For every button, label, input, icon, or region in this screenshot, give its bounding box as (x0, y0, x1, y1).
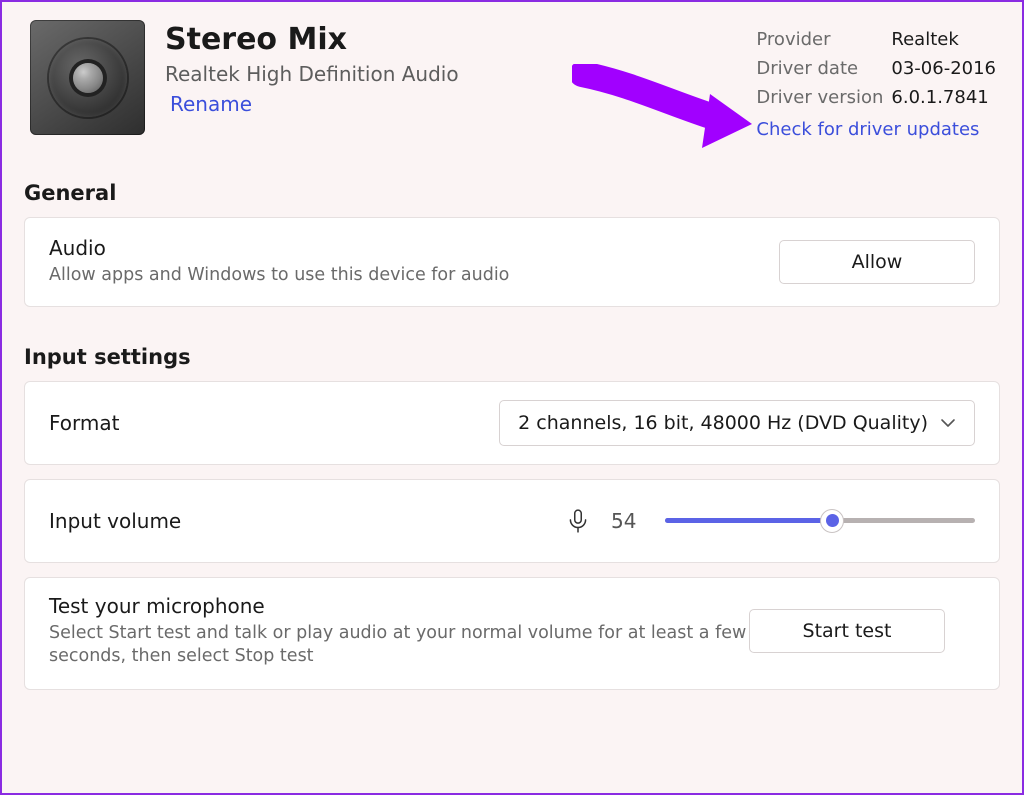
test-mic-title: Test your microphone (49, 594, 749, 618)
driver-version-value: 6.0.1.7841 (891, 84, 988, 113)
audio-card-subtitle: Allow apps and Windows to use this devic… (49, 264, 779, 288)
allow-button[interactable]: Allow (779, 240, 975, 284)
driver-version-label: Driver version (756, 84, 891, 113)
format-dropdown[interactable]: 2 channels, 16 bit, 48000 Hz (DVD Qualit… (499, 400, 975, 446)
input-volume-slider[interactable] (665, 509, 975, 533)
input-volume-label: Input volume (49, 509, 565, 533)
test-mic-subtitle: Select Start test and talk or play audio… (49, 622, 749, 669)
provider-label: Provider (756, 26, 891, 55)
format-card: Format 2 channels, 16 bit, 48000 Hz (DVD… (24, 381, 1000, 465)
audio-permission-card: Audio Allow apps and Windows to use this… (24, 217, 1000, 307)
device-name: Stereo Mix (165, 22, 459, 58)
test-microphone-card: Test your microphone Select Start test a… (24, 577, 1000, 690)
chevron-down-icon (940, 415, 956, 431)
input-volume-value: 54 (611, 509, 645, 533)
driver-date-value: 03-06-2016 (891, 55, 996, 84)
driver-date-label: Driver date (756, 55, 891, 84)
microphone-icon[interactable] (565, 508, 591, 534)
rename-link[interactable]: Rename (165, 92, 252, 116)
slider-thumb[interactable] (820, 509, 844, 533)
speaker-device-icon (30, 20, 145, 135)
section-title-general: General (24, 181, 1022, 205)
audio-card-title: Audio (49, 236, 779, 260)
check-driver-updates-link[interactable]: Check for driver updates (756, 116, 979, 145)
start-test-button[interactable]: Start test (749, 609, 945, 653)
format-label: Format (49, 411, 499, 435)
format-selected-value: 2 channels, 16 bit, 48000 Hz (DVD Qualit… (518, 412, 928, 434)
section-title-input: Input settings (24, 345, 1022, 369)
input-volume-card: Input volume 54 (24, 479, 1000, 563)
device-subtitle: Realtek High Definition Audio (165, 62, 459, 86)
provider-value: Realtek (891, 26, 958, 55)
